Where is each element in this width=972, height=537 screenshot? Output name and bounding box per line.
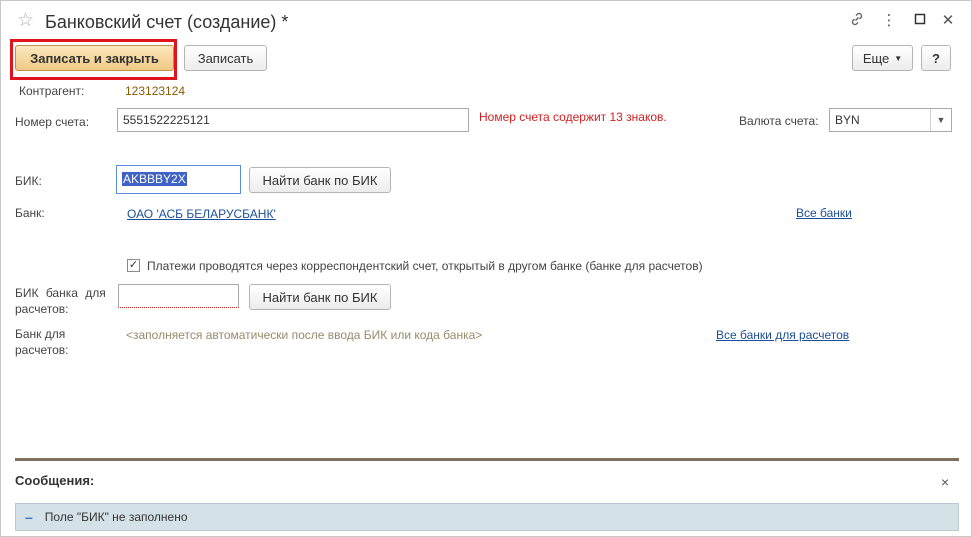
more-label: Еще bbox=[862, 50, 890, 66]
more-actions-button[interactable]: Еще ▼ bbox=[852, 45, 913, 71]
close-icon[interactable]: ✕ bbox=[938, 11, 958, 31]
star-icon[interactable]: ☆ bbox=[17, 10, 34, 32]
bik-value: AKBBBY2X bbox=[122, 172, 187, 186]
message-item[interactable]: – Поле "БИК" не заполнено bbox=[15, 503, 959, 531]
bik-label: БИК: bbox=[15, 174, 42, 188]
counterparty-value: 123123124 bbox=[125, 84, 186, 98]
checkmark-icon: ✓ bbox=[128, 259, 139, 271]
settlement-bank-label-line2: расчетов: bbox=[15, 343, 69, 357]
bik-input[interactable]: AKBBBY2X bbox=[116, 165, 241, 194]
settlement-bik-label-line1: БИК банка для bbox=[15, 286, 106, 300]
settlement-find-bank-button[interactable]: Найти банк по БИК bbox=[249, 284, 391, 310]
currency-dropdown-button[interactable]: ▼ bbox=[930, 109, 951, 131]
settlement-bik-input[interactable] bbox=[118, 284, 239, 308]
bank-label: Банк: bbox=[15, 206, 45, 220]
settlement-bank-hint: <заполняется автоматически после ввода Б… bbox=[126, 328, 483, 342]
correspondent-checkbox-label[interactable]: Платежи проводятся через корреспондентск… bbox=[147, 259, 703, 273]
find-bank-by-bik-button[interactable]: Найти банк по БИК bbox=[249, 167, 391, 193]
maximize-icon[interactable] bbox=[910, 11, 930, 31]
account-number-label: Номер счета: bbox=[15, 115, 90, 129]
currency-label: Валюта счета: bbox=[739, 114, 819, 128]
maximize-icon-svg bbox=[914, 13, 926, 25]
message-text: Поле "БИК" не заполнено bbox=[44, 510, 188, 524]
all-settlement-banks-link[interactable]: Все банки для расчетов bbox=[716, 328, 849, 342]
bank-account-window: ☆ Банковский счет (создание) * ⋮ ✕ Запис… bbox=[0, 0, 972, 537]
counterparty-label: Контрагент: bbox=[19, 84, 85, 98]
messages-divider bbox=[15, 458, 959, 461]
correspondent-checkbox[interactable]: ✓ bbox=[127, 259, 140, 272]
account-number-error: Номер счета содержит 13 знаков. bbox=[479, 110, 667, 124]
settlement-bank-label-line1: Банк для bbox=[15, 327, 66, 341]
link-icon-svg bbox=[851, 12, 863, 26]
all-banks-link[interactable]: Все банки bbox=[796, 206, 852, 220]
save-button[interactable]: Записать bbox=[184, 45, 267, 71]
help-button[interactable]: ? bbox=[921, 45, 951, 71]
window-title: Банковский счет (создание) * bbox=[45, 12, 289, 32]
chevron-down-icon: ▼ bbox=[936, 115, 946, 125]
currency-value: BYN bbox=[835, 113, 860, 127]
currency-select[interactable]: BYN ▼ bbox=[829, 108, 952, 132]
save-and-close-button[interactable]: Записать и закрыть bbox=[15, 45, 174, 71]
bank-link[interactable]: ОАО 'АСБ БЕЛАРУСБАНК' bbox=[127, 207, 276, 221]
close-icon[interactable]: × bbox=[941, 474, 949, 490]
chevron-down-icon: ▼ bbox=[894, 53, 903, 63]
messages-title: Сообщения: bbox=[15, 473, 95, 488]
link-icon[interactable] bbox=[847, 11, 867, 33]
more-icon[interactable]: ⋮ bbox=[879, 11, 899, 31]
dash-icon: – bbox=[25, 509, 33, 525]
settlement-bik-label-line2: расчетов: bbox=[15, 302, 69, 316]
account-number-input[interactable]: 5551522225121 bbox=[117, 108, 469, 132]
